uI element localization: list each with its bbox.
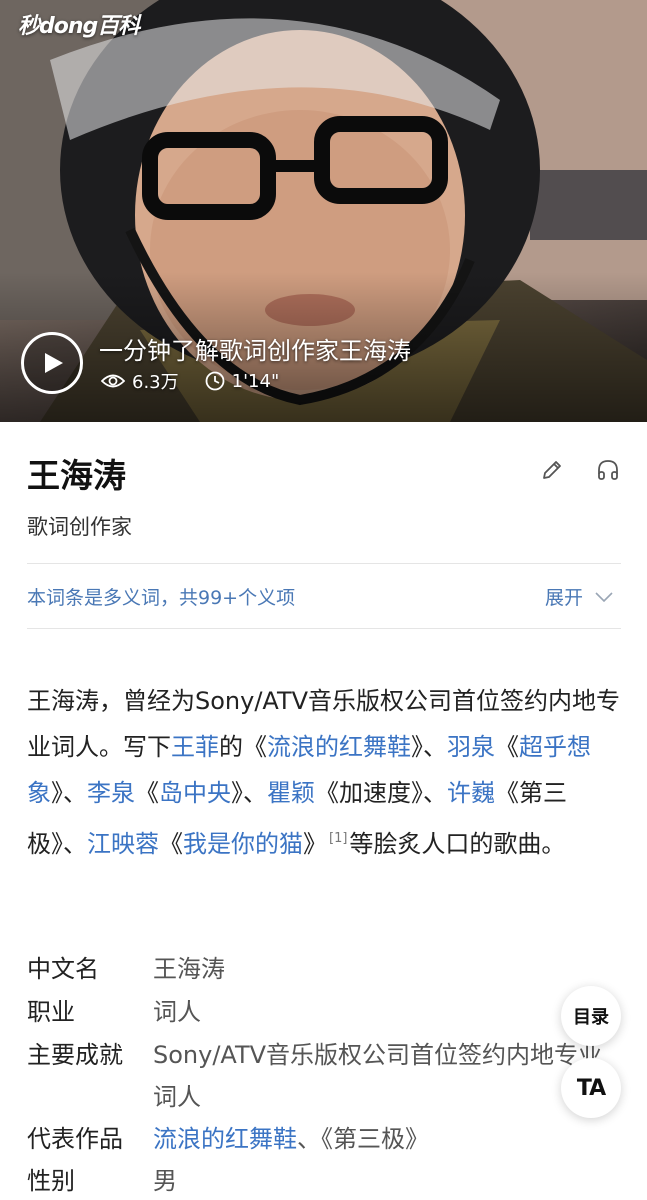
info-key: 职业	[27, 998, 75, 1026]
info-row-occupation: 职业 词人	[27, 991, 621, 1033]
info-row-chinese-name: 中文名 王海涛	[27, 948, 621, 990]
views-count: 6.3万	[132, 372, 179, 393]
link-wangfei[interactable]: 王菲	[171, 733, 219, 761]
entry-title: 王海涛	[27, 456, 126, 495]
link-song-woshinidemao[interactable]: 我是你的猫	[183, 830, 303, 858]
summary-text: 《	[495, 733, 519, 761]
info-key: 中文名	[27, 955, 99, 983]
info-value: Sony/ATV音乐版权公司首位签约内地专业词人	[153, 1041, 603, 1111]
headphones-icon[interactable]	[596, 458, 620, 482]
video-duration: 1'14"	[231, 370, 280, 392]
info-row-achievement: 主要成就 Sony/ATV音乐版权公司首位签约内地专业词人	[27, 1034, 621, 1118]
site-logo: 秒dong百科	[18, 14, 140, 39]
info-row-gender: 性别 男	[27, 1160, 621, 1200]
info-value: 王海涛	[153, 955, 225, 983]
views-stat: 6.3万	[101, 368, 179, 394]
video-meta: 6.3万 1'14"	[101, 368, 305, 394]
play-button[interactable]	[21, 332, 83, 394]
link-work[interactable]: 流浪的红舞鞋	[153, 1125, 297, 1153]
summary-text: 》	[303, 830, 327, 858]
summary-text: 》、	[411, 733, 447, 761]
font-size-button[interactable]: TA	[561, 1058, 621, 1118]
link-jiangyingrong[interactable]: 江映蓉	[87, 830, 159, 858]
polysemy-link[interactable]: 本词条是多义词，共99+个义项	[27, 583, 295, 610]
chevron-down-icon	[595, 591, 613, 602]
entry-summary: 王海涛，曾经为Sony/ATV音乐版权公司首位签约内地专业词人。写下王菲的《流浪…	[27, 678, 625, 867]
link-xuwei[interactable]: 许巍	[447, 779, 495, 807]
summary-text: 《	[159, 830, 183, 858]
info-value: 男	[153, 1167, 177, 1195]
clock-icon	[205, 371, 225, 391]
info-key: 代表作品	[27, 1125, 123, 1153]
duration-stat: 1'14"	[205, 370, 280, 392]
summary-text: 》、	[231, 779, 267, 807]
info-value-rest: 、《第三极》	[297, 1125, 429, 1153]
info-row-works: 代表作品 流浪的红舞鞋、《第三极》	[27, 1118, 621, 1160]
link-song-daozhongyang[interactable]: 岛中央	[159, 779, 231, 807]
entry-subtitle: 歌词创作家	[27, 515, 132, 539]
divider	[27, 628, 621, 629]
video-title: 一分钟了解歌词创作家王海涛	[99, 337, 411, 365]
edit-pencil-icon[interactable]	[540, 458, 564, 482]
summary-text: 等脍炙人口的歌曲。	[349, 830, 566, 858]
info-value: 词人	[153, 998, 201, 1026]
link-quying[interactable]: 瞿颖	[267, 779, 315, 807]
reference-marker[interactable]: [1]	[329, 831, 347, 846]
info-value: 流浪的红舞鞋、《第三极》	[153, 1118, 621, 1160]
play-icon	[45, 353, 63, 373]
video-cover[interactable]: 秒dong百科 一分钟了解歌词创作家王海涛 6.3万 1'14"	[0, 0, 647, 422]
info-key: 主要成就	[27, 1041, 123, 1069]
divider	[27, 563, 621, 564]
summary-text: 的《	[219, 733, 267, 761]
summary-text: 《	[135, 779, 159, 807]
summary-text: 《加速度》、	[315, 779, 447, 807]
link-liquan[interactable]: 李泉	[87, 779, 135, 807]
toc-button[interactable]: 目录	[561, 986, 621, 1046]
link-yuquan[interactable]: 羽泉	[447, 733, 495, 761]
info-key: 性别	[27, 1167, 75, 1195]
link-song-liulang[interactable]: 流浪的红舞鞋	[267, 733, 411, 761]
expand-button[interactable]: 展开	[545, 583, 613, 610]
summary-text: 》、	[51, 779, 87, 807]
expand-label: 展开	[545, 587, 584, 609]
eye-icon	[101, 374, 125, 388]
